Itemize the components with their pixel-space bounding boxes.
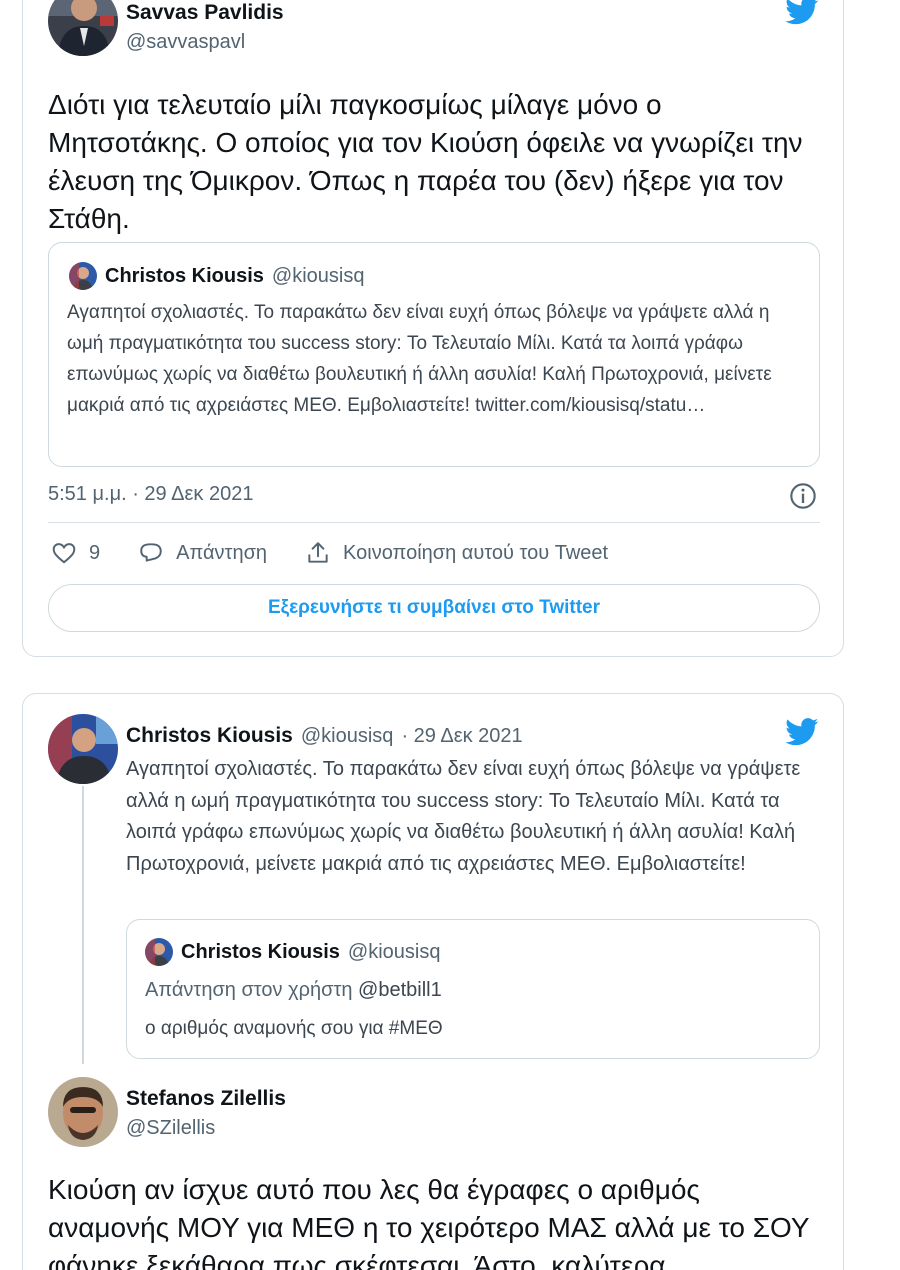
tweet-card-thread: Christos Kiousis @kiousisq · 29 Δεκ 2021… bbox=[22, 693, 844, 1270]
thread-line bbox=[82, 786, 84, 1064]
heart-icon bbox=[52, 543, 76, 564]
reply-icon bbox=[140, 543, 162, 562]
explore-twitter-button[interactable]: Εξερευνήστε τι συμβαίνει στο Twitter bbox=[48, 584, 820, 632]
reply-button[interactable]: Απάντηση bbox=[138, 540, 267, 566]
twitter-bird-icon[interactable] bbox=[785, 718, 819, 746]
quoted-author-name: Christos Kiousis bbox=[105, 264, 264, 287]
avatar-zilellis[interactable] bbox=[48, 1077, 118, 1147]
quoted-text: Αγαπητοί σχολιαστές. Το παρακάτω δεν είν… bbox=[67, 302, 772, 416]
tweet-actions: 9 Απάντηση Κοινοποίηση αυτού του Tweet bbox=[51, 540, 646, 566]
quoted-author-name: Christos Kiousis bbox=[181, 940, 340, 963]
share-icon bbox=[308, 542, 328, 563]
tweet-card-savvas: Savvas Pavlidis @savvaspavl Διότι για τε… bbox=[22, 0, 844, 657]
info-icon[interactable] bbox=[789, 482, 817, 510]
author-handle[interactable]: @kiousisq bbox=[301, 725, 394, 748]
twitter-bird-icon[interactable] bbox=[785, 0, 819, 25]
tweet-text: Αγαπητοί σχολιαστές. Το παρακάτω δεν είν… bbox=[126, 758, 801, 875]
quoted-author-handle: @kiousisq bbox=[347, 940, 441, 963]
quoted-avatar bbox=[69, 262, 97, 290]
quoted-avatar bbox=[145, 938, 173, 966]
tweet-date[interactable]: · 29 Δεκ 2021 bbox=[401, 725, 522, 748]
avatar-kiousis[interactable] bbox=[48, 714, 118, 784]
author-handle[interactable]: @SZilellis bbox=[126, 1117, 286, 1140]
share-label: Κοινοποίηση αυτού του Tweet bbox=[343, 541, 609, 564]
quoted-tweet[interactable]: Christos Kiousis @kiousisq Αγαπητοί σχολ… bbox=[48, 242, 820, 467]
reply-context: Απάντηση στον χρήστη @betbill1 bbox=[145, 979, 442, 1002]
divider bbox=[48, 522, 820, 523]
tweet-text: Κιούση αν ίσχυε αυτό που λες θα έγραφες … bbox=[48, 1174, 810, 1270]
tweet-text: Διότι για τελευταίο μίλι παγκοσμίως μίλα… bbox=[48, 89, 803, 234]
author-handle[interactable]: @savvaspavl bbox=[126, 31, 284, 54]
like-count: 9 bbox=[89, 541, 101, 564]
quoted-author-handle: @kiousisq bbox=[271, 264, 365, 287]
reply-label: Απάντηση bbox=[176, 541, 268, 564]
timestamp[interactable]: 5:51 μ.μ. · 29 Δεκ 2021 bbox=[48, 483, 253, 506]
quoted-text: ο αριθμός αναμονής σου για #ΜΕΘ bbox=[145, 1018, 443, 1039]
quoted-tweet[interactable]: Christos Kiousis @kiousisq Απάντηση στον… bbox=[126, 919, 820, 1059]
author-name[interactable]: Stefanos Zilellis bbox=[126, 1087, 286, 1111]
avatar-savvas[interactable] bbox=[48, 0, 118, 56]
reply-mention[interactable]: @betbill1 bbox=[358, 979, 442, 1001]
author-name[interactable]: Christos Kiousis bbox=[126, 724, 293, 748]
author-name[interactable]: Savvas Pavlidis bbox=[126, 1, 284, 25]
share-button[interactable]: Κοινοποίηση αυτού του Tweet bbox=[305, 540, 608, 566]
reply-prefix: Απάντηση στον χρήστη bbox=[145, 979, 353, 1001]
like-button[interactable]: 9 bbox=[51, 540, 100, 566]
